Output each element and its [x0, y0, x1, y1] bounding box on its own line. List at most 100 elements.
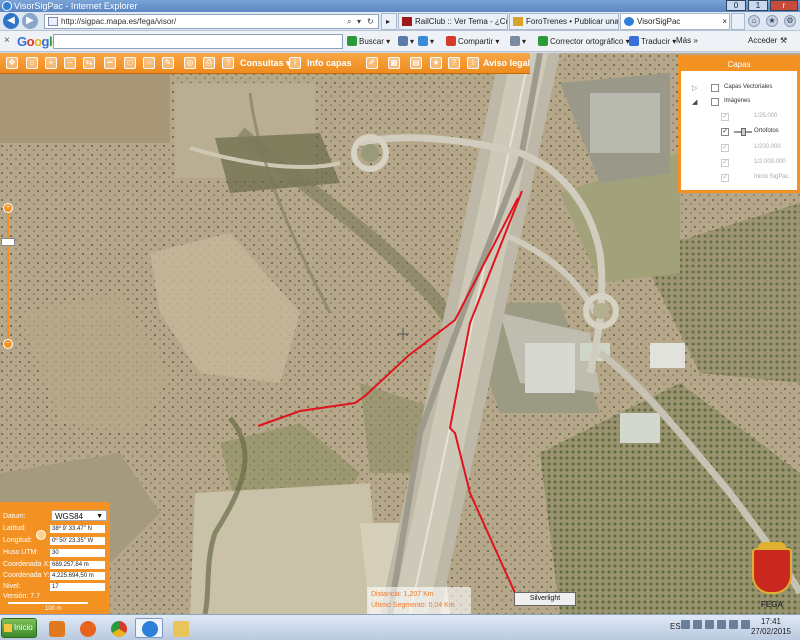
zoom-track[interactable] [7, 205, 9, 345]
info-icon[interactable]: i [467, 57, 479, 69]
address-bar[interactable]: http://sigpac.mapa.es/fega/visor/ ⌕ ▾ ↻ [44, 14, 379, 29]
nivel-value: 17 [50, 583, 105, 591]
search-icon [347, 36, 357, 46]
clear-icon[interactable]: ✎ [162, 57, 174, 69]
tab-forotrenes[interactable]: ForoTrenes • Publicar una r... [509, 13, 619, 30]
opacity-slider-thumb[interactable] [741, 128, 746, 136]
info-layers-icon[interactable]: i [289, 57, 301, 69]
layer-label: 1/2.000.000 [754, 159, 786, 165]
tab-railclub[interactable]: RailClub :: Ver Tema - ¿Cuá... [398, 13, 508, 30]
longitud-value: 0º 50' 23.35'' W [50, 537, 105, 545]
translate-button[interactable]: Traducir ▾ [629, 36, 676, 46]
latitud-label: Latitud: [3, 525, 26, 532]
check-icon [538, 36, 548, 46]
zoom-thumb[interactable] [1, 238, 15, 246]
close-tab-icon[interactable]: × [722, 14, 727, 29]
back-button[interactable]: ◀ [3, 13, 19, 29]
clock[interactable]: 17:41 27/02/2015 [746, 617, 796, 637]
taskbar-chrome[interactable] [104, 618, 132, 638]
forward-button[interactable]: ▶ [22, 13, 38, 29]
signin-button[interactable]: Acceder [748, 36, 777, 45]
spellcheck-button[interactable]: Corrector ortográfico ▾ [538, 36, 630, 46]
aviso-legal-button[interactable]: Aviso legal [483, 58, 530, 68]
table-icon[interactable]: ▤ [410, 57, 422, 69]
more-button[interactable]: Más » [676, 36, 698, 45]
new-tab-button[interactable]: ▸ [381, 13, 397, 30]
wrench-icon[interactable]: ⚒ [780, 36, 787, 45]
google-search-button[interactable]: Buscar ▾ [347, 36, 390, 46]
close-toolbar-icon[interactable]: × [4, 35, 10, 46]
expand-icon[interactable]: ▷ [692, 84, 697, 92]
print-icon[interactable]: ⎙ [203, 57, 215, 69]
home-map-icon[interactable]: ⌂ [26, 57, 38, 69]
browser-toolbar-right: ⌂ ★ ⚙ [748, 15, 796, 27]
star-icon[interactable]: ★ [430, 57, 442, 69]
query-icon[interactable]: ? [222, 57, 234, 69]
settings-gear-icon[interactable]: ⚙ [784, 15, 796, 27]
layer-checkbox[interactable] [711, 98, 719, 106]
consultas-menu[interactable]: Consultas ▾ [240, 58, 291, 69]
favorites-star-icon[interactable]: ★ [766, 15, 778, 27]
zoom-out-icon[interactable]: − [64, 57, 76, 69]
maximize-button[interactable]: 1 [748, 0, 768, 11]
datum-select[interactable]: WGS84 ▼ [51, 510, 107, 521]
zoom-in-icon[interactable]: + [45, 57, 57, 69]
pan-icon[interactable]: ✥ [6, 57, 18, 69]
show-hidden-icon[interactable] [681, 620, 690, 629]
zoom-slider[interactable]: + − [1, 203, 15, 349]
edit-icon[interactable]: ✐ [366, 57, 378, 69]
security-icon[interactable] [705, 620, 714, 629]
close-button[interactable]: r [770, 0, 798, 11]
locate-icon[interactable]: ◎ [184, 57, 196, 69]
bookmark-icon [418, 36, 428, 46]
info-capas-button[interactable]: Info capas [307, 58, 352, 68]
tab-visorsigpac[interactable]: VisorSigPac × [620, 13, 730, 30]
taskbar-explorer[interactable] [166, 618, 194, 638]
layer-label: Imágenes [724, 98, 751, 104]
measure-distance-icon[interactable]: ━ [104, 57, 116, 69]
system-tray [681, 620, 750, 629]
clock-time: 17:41 [760, 617, 782, 626]
ortho-thumbnail-icon[interactable]: ▦ [388, 57, 400, 69]
start-button[interactable]: Inicio [1, 618, 37, 638]
layers-panel-title: Capas [681, 58, 797, 71]
help-icon[interactable]: ? [448, 57, 460, 69]
layer-label: Inicio SigPac [754, 174, 789, 180]
layer-checkbox[interactable]: ✓ [721, 128, 729, 136]
new-tab-blank[interactable] [731, 13, 745, 30]
toolbar-options-button[interactable]: ▾ [398, 36, 414, 46]
google-search-input[interactable] [53, 34, 343, 49]
google-toolbar: × Google Buscar ▾ ▾ ▾ Compartir ▾ ▾ Corr… [0, 31, 800, 52]
zoom-in-button[interactable]: + [3, 203, 13, 213]
circle-tool-icon[interactable]: ○ [143, 57, 155, 69]
scroll-arrows-icon[interactable]: ⇆ [83, 57, 95, 69]
search-icon[interactable]: ⌕ [347, 15, 351, 28]
layer-checkbox[interactable] [711, 84, 719, 92]
layer-checkbox: ✓ [721, 174, 729, 182]
flag-icon[interactable] [729, 620, 738, 629]
measure-area-icon[interactable]: □ [124, 57, 136, 69]
network-icon[interactable] [693, 620, 702, 629]
refresh-icon[interactable]: ↻ [367, 15, 374, 28]
taskbar-internet-explorer[interactable] [135, 618, 163, 638]
zoom-out-button[interactable]: − [3, 339, 13, 349]
map-toolbar: ✥ ⌂ + − ⇆ ━ □ ○ ✎ ◎ ⎙ ? Consultas ▾ i In… [0, 53, 530, 74]
bookmark-button[interactable]: ▾ [418, 36, 434, 46]
measurement-readout: Distancia: 1,207 Km Último Segmento: 0,0… [367, 587, 471, 614]
battery-icon[interactable] [717, 620, 726, 629]
gmail-button[interactable]: ▾ [510, 36, 526, 46]
chrome-icon [111, 621, 127, 637]
collapse-icon[interactable]: ◢ [692, 98, 697, 106]
language-indicator[interactable]: ES [670, 622, 681, 631]
silverlight-button[interactable]: Silverlight [514, 592, 576, 606]
taskbar-firefox[interactable] [73, 618, 101, 638]
huso-label: Huso UTM: [3, 549, 39, 556]
dropdown-icon[interactable]: ▾ [357, 15, 361, 28]
scale-bar [8, 602, 88, 604]
taskbar-media-player[interactable] [42, 618, 70, 638]
minimize-button[interactable]: 0 [726, 0, 746, 11]
page-icon [48, 17, 58, 26]
home-icon[interactable]: ⌂ [748, 15, 760, 27]
share-button[interactable]: Compartir ▾ [446, 36, 499, 46]
layer-checkbox: ✓ [721, 144, 729, 152]
